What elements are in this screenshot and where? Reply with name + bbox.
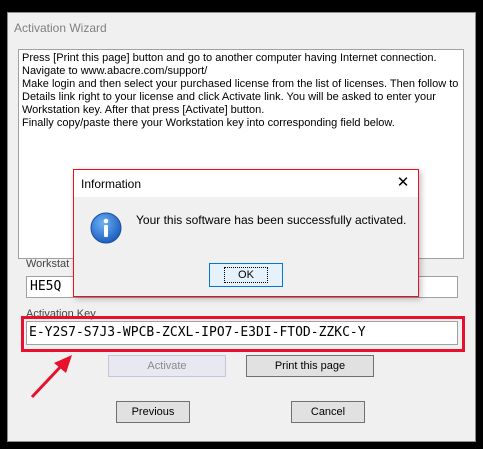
ok-button-label: OK — [224, 267, 268, 283]
instruction-line: Press [Print this page] button and go to… — [22, 52, 437, 64]
info-icon — [90, 212, 122, 244]
red-arrow-icon — [30, 355, 72, 399]
window-titlebar[interactable]: Activation Wizard — [8, 13, 475, 43]
activate-button[interactable]: Activate — [108, 355, 226, 377]
window-title: Activation Wizard — [14, 21, 107, 35]
instruction-line: Make login and then select your purchase… — [22, 78, 459, 90]
dialog-titlebar[interactable]: Information ✕ — [74, 170, 418, 197]
instruction-line: Workstation key. After that press [Activ… — [22, 104, 265, 116]
ok-button[interactable]: OK — [209, 263, 283, 287]
cancel-button[interactable]: Cancel — [291, 401, 365, 423]
previous-button[interactable]: Previous — [116, 401, 190, 423]
print-page-button[interactable]: Print this page — [246, 355, 374, 377]
instruction-line: Details link right to your license and c… — [22, 91, 436, 103]
instruction-line: Navigate to www.abacre.com/support/ — [22, 65, 208, 77]
activation-wizard-window: Activation Wizard Press [Print this page… — [7, 12, 476, 442]
instruction-line: Finally copy/paste there your Workstatio… — [22, 117, 395, 129]
information-dialog: Information ✕ Your this software has bee… — [73, 169, 419, 297]
activation-key-field[interactable]: E-Y2S7-S7J3-WPCB-ZCXL-IPO7-E3DI-FTOD-ZZK… — [26, 321, 458, 345]
dialog-message: Your this software has been successfully… — [136, 213, 407, 227]
activation-key-label: Activation Key — [26, 308, 96, 320]
close-icon[interactable]: ✕ — [388, 170, 418, 196]
dialog-title: Information — [81, 177, 142, 191]
workstation-key-label: Workstat — [26, 258, 70, 270]
